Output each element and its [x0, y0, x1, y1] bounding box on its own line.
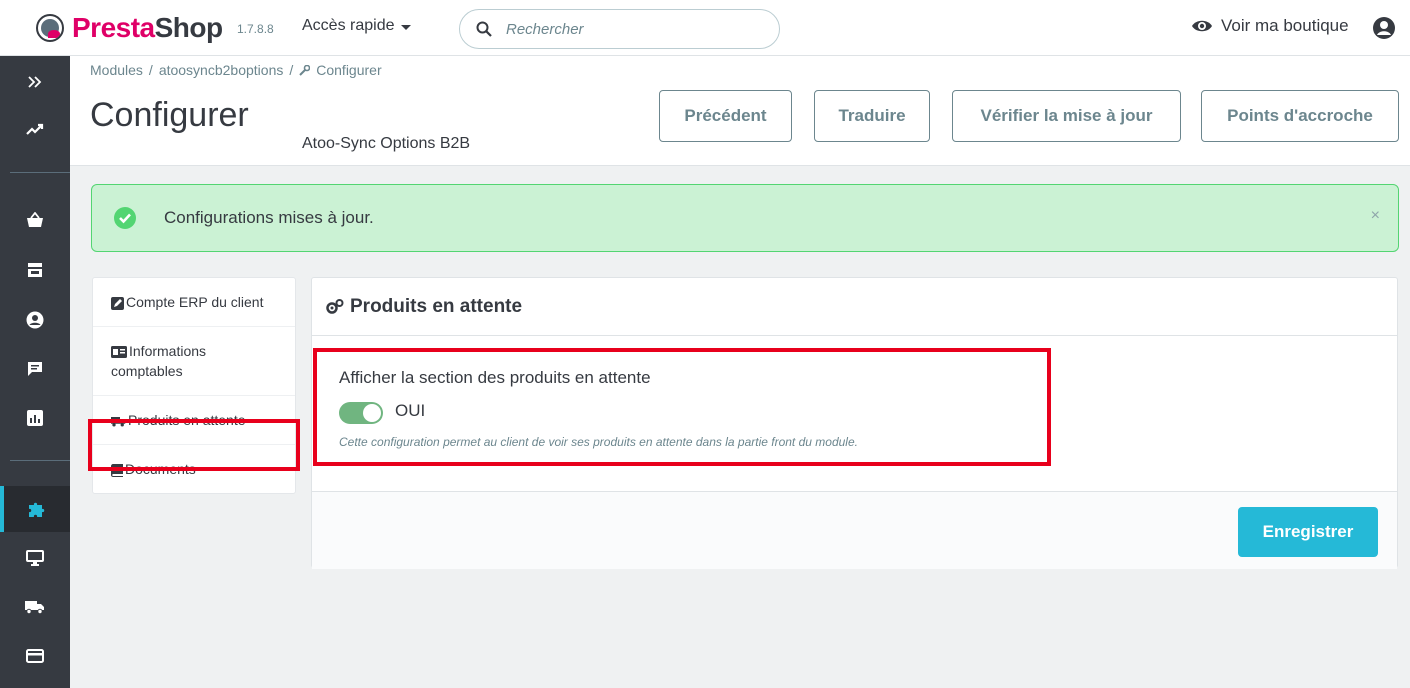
puzzle-icon	[29, 502, 45, 517]
version-label: 1.7.8.8	[237, 22, 274, 36]
display-pending-products-toggle[interactable]	[339, 402, 383, 424]
store-icon	[28, 263, 42, 277]
user-circle-icon	[26, 311, 44, 329]
tab-documents[interactable]: Documents	[93, 445, 295, 493]
page-title: Configurer	[90, 96, 249, 134]
hooks-button[interactable]: Points d'accroche	[1201, 90, 1399, 142]
sidebar-separator	[10, 172, 70, 173]
sidebar-item-stats[interactable]	[0, 398, 70, 438]
shopping-basket-icon	[27, 212, 43, 227]
account-button[interactable]	[1372, 16, 1396, 45]
config-panel: Produits en attente Afficher la section …	[311, 277, 1398, 569]
sidebar-item-customers[interactable]	[0, 300, 70, 340]
eye-icon	[1192, 20, 1212, 32]
breadcrumb-item-modules[interactable]: Modules	[90, 62, 143, 78]
trending-up-icon	[26, 123, 44, 135]
gears-icon	[326, 298, 344, 314]
search-icon	[476, 21, 492, 37]
sidebar-item-catalog[interactable]	[0, 250, 70, 290]
monitor-icon	[26, 550, 44, 566]
panel-footer: Enregistrer	[312, 491, 1397, 569]
sidebar-item-messages[interactable]	[0, 349, 70, 389]
sidebar-collapse-toggle[interactable]	[0, 62, 70, 102]
toggle-state-label: OUI	[395, 401, 426, 420]
panel-title: Produits en attente	[350, 295, 523, 317]
edit-square-icon	[111, 296, 124, 310]
sidebar-item-shipping[interactable]	[0, 587, 70, 627]
tab-informations-comptables[interactable]: Informations comptables	[93, 327, 295, 396]
logo-text-shop: Shop	[154, 12, 224, 43]
quick-access-dropdown[interactable]: Accès rapide	[302, 17, 411, 35]
page-header: Modules / atoosyncb2boptions / Configure…	[70, 56, 1410, 166]
check-circle-icon	[114, 207, 136, 229]
sidebar-item-orders[interactable]	[0, 200, 70, 240]
double-chevron-right-icon	[28, 76, 42, 88]
chat-icon	[28, 362, 42, 376]
id-card-icon	[111, 346, 127, 359]
tab-label: Documents	[125, 461, 196, 477]
bar-chart-icon	[27, 410, 43, 426]
sidebar-separator	[10, 460, 70, 461]
previous-button[interactable]: Précédent	[659, 90, 792, 142]
quick-access-label: Accès rapide	[302, 17, 395, 34]
credit-card-icon	[26, 649, 44, 663]
breadcrumb-item-configure: Configurer	[316, 62, 382, 78]
close-icon[interactable]: ×	[1371, 207, 1380, 225]
logo-text-presta: Presta	[72, 12, 155, 43]
truck-icon	[111, 416, 126, 427]
tab-compte-erp[interactable]: Compte ERP du client	[93, 278, 295, 327]
breadcrumb-separator: /	[148, 62, 153, 78]
caret-down-icon	[400, 24, 411, 30]
logo-text: PrestaShop	[72, 12, 223, 44]
prestashop-logo[interactable]: PrestaShop	[36, 12, 223, 44]
config-tabs: Compte ERP du client Informations compta…	[92, 277, 296, 494]
breadcrumb-item-module[interactable]: atoosyncb2boptions	[159, 62, 284, 78]
tab-produits-en-attente[interactable]: Produits en attente	[93, 396, 295, 445]
check-update-button[interactable]: Vérifier la mise à jour	[952, 90, 1181, 142]
top-header: PrestaShop 1.7.8.8 Accès rapide Voir ma …	[0, 0, 1410, 56]
view-shop-link[interactable]: Voir ma boutique	[1191, 16, 1349, 36]
page-subtitle: Atoo-Sync Options B2B	[302, 135, 471, 152]
translate-button[interactable]: Traduire	[814, 90, 930, 142]
search-input[interactable]	[506, 20, 756, 38]
success-alert: Configurations mises à jour. ×	[91, 184, 1399, 252]
wrench-icon	[299, 64, 311, 76]
sidebar-item-dashboard[interactable]	[0, 109, 70, 149]
tab-label: Produits en attente	[128, 412, 246, 428]
panel-heading: Produits en attente	[312, 278, 1397, 336]
breadcrumb: Modules / atoosyncb2boptions / Configure…	[90, 62, 382, 78]
field-label: Afficher la section des produits en atte…	[339, 368, 651, 387]
sidebar-nav	[0, 56, 70, 688]
tab-label: Compte ERP du client	[126, 294, 264, 310]
help-text: Cette configuration permet au client de …	[339, 435, 858, 449]
user-circle-icon	[1373, 17, 1395, 39]
view-shop-label: Voir ma boutique	[1221, 16, 1349, 35]
save-button[interactable]: Enregistrer	[1238, 507, 1378, 557]
breadcrumb-separator: /	[289, 62, 294, 78]
sidebar-item-payment[interactable]	[0, 636, 70, 676]
search-box[interactable]	[459, 9, 780, 49]
prestashop-logo-icon	[36, 14, 64, 42]
alert-message: Configurations mises à jour.	[164, 208, 374, 227]
sidebar-item-design[interactable]	[0, 538, 70, 578]
truck-icon	[25, 601, 44, 614]
book-icon	[111, 463, 123, 477]
sidebar-item-modules[interactable]	[0, 486, 70, 532]
